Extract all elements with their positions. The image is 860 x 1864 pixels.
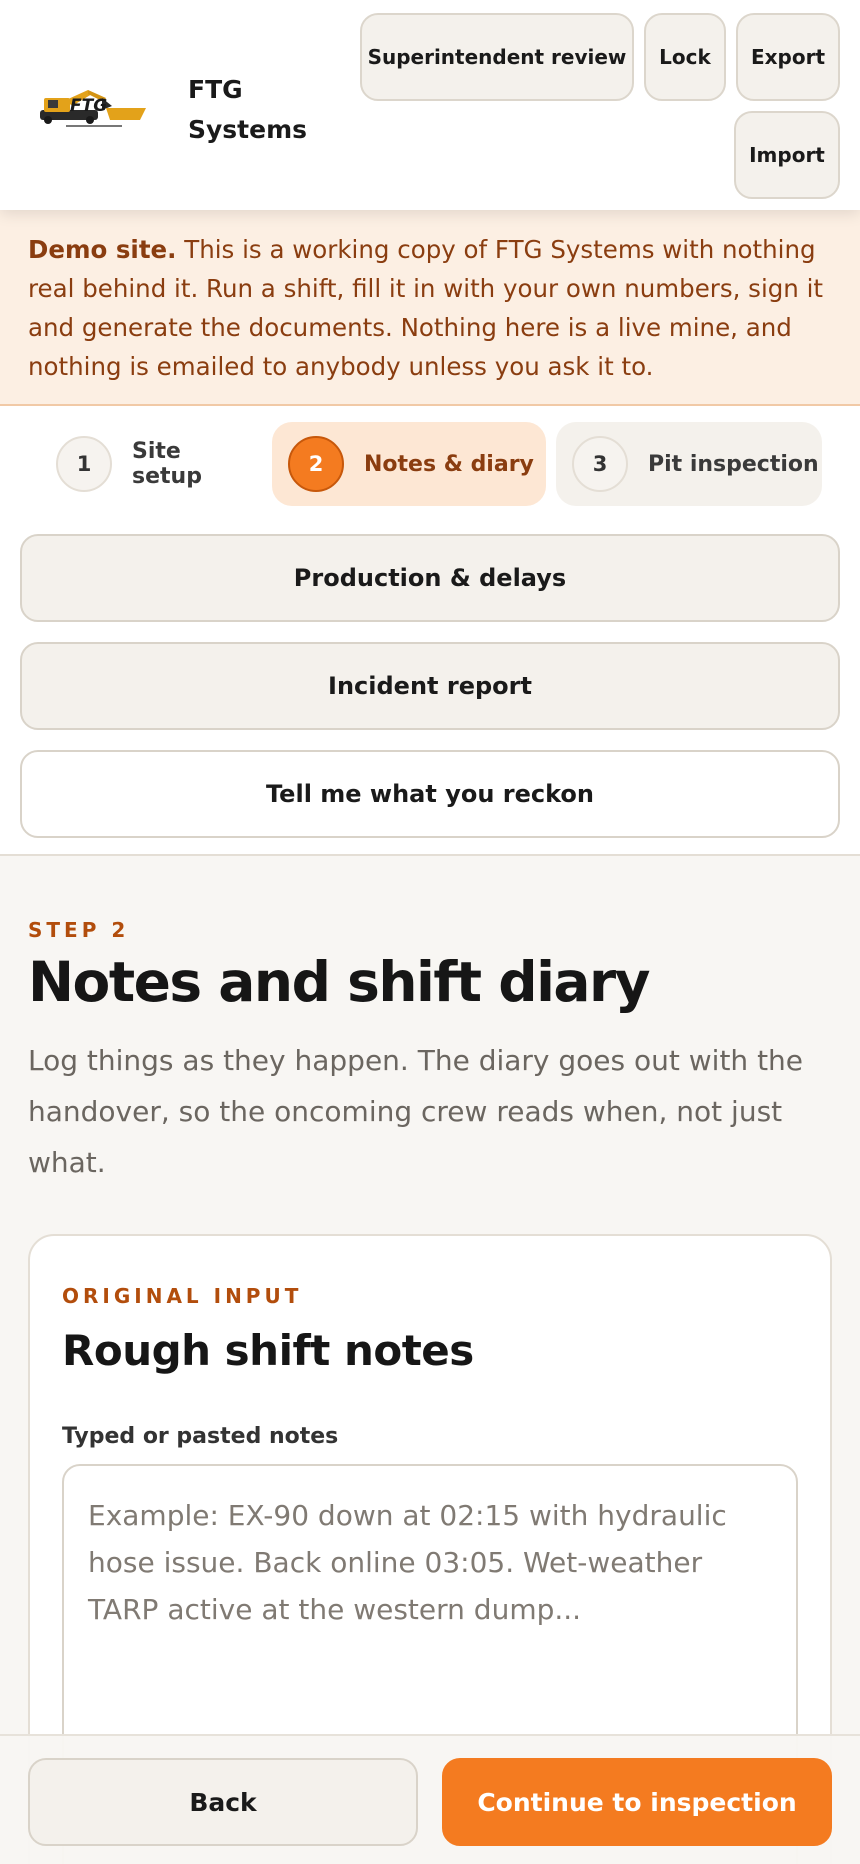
ftg-logo: FTG bbox=[36, 84, 148, 130]
banner-bold-lead: Demo site. bbox=[28, 235, 177, 264]
lock-button[interactable]: Lock bbox=[644, 13, 726, 101]
step-label: Notes & diary bbox=[364, 451, 534, 477]
step-number: 3 bbox=[572, 436, 628, 492]
page-title: Notes and shift diary bbox=[28, 950, 651, 1014]
export-button[interactable]: Export bbox=[736, 13, 840, 101]
continue-to-inspection-button[interactable]: Continue to inspection bbox=[442, 1758, 832, 1846]
step-label: Pit inspection bbox=[648, 451, 819, 477]
card-title: Rough shift notes bbox=[62, 1326, 474, 1375]
notes-field-label: Typed or pasted notes bbox=[62, 1424, 339, 1449]
import-button[interactable]: Import bbox=[734, 111, 840, 199]
superintendent-review-button[interactable]: Superintendent review bbox=[360, 13, 634, 101]
step-pit-inspection[interactable]: 3 Pit inspection bbox=[556, 422, 822, 506]
bottom-action-bar: Back Continue to inspection bbox=[0, 1734, 860, 1864]
step-notes-diary[interactable]: 2 Notes & diary bbox=[272, 422, 546, 506]
section-divider bbox=[0, 854, 860, 856]
workflow-steps: 1 Site setup 2 Notes & diary 3 Pit inspe… bbox=[0, 406, 860, 856]
excavator-logo-icon: FTG bbox=[40, 90, 146, 127]
demo-site-banner: Demo site. This is a working copy of FTG… bbox=[0, 210, 860, 406]
brand-name: FTG Systems bbox=[188, 75, 308, 144]
back-button[interactable]: Back bbox=[28, 1758, 418, 1846]
step-eyebrow: STEP 2 bbox=[28, 918, 130, 942]
step-number: 1 bbox=[56, 436, 112, 492]
incident-report-button[interactable]: Incident report bbox=[20, 642, 840, 730]
production-delays-button[interactable]: Production & delays bbox=[20, 534, 840, 622]
step-number: 2 bbox=[288, 436, 344, 492]
logo-lettering: FTG bbox=[70, 96, 107, 116]
card-eyebrow: ORIGINAL INPUT bbox=[62, 1284, 303, 1308]
app-header: FTG FTG Systems Superintendent review Lo… bbox=[0, 0, 860, 210]
page-description: Log things as they happen. The diary goe… bbox=[28, 1044, 804, 1179]
step-label: Site setup bbox=[132, 439, 202, 489]
step-site-setup[interactable]: 1 Site setup bbox=[36, 422, 258, 506]
tell-me-what-you-reckon-button[interactable]: Tell me what you reckon bbox=[20, 750, 840, 838]
